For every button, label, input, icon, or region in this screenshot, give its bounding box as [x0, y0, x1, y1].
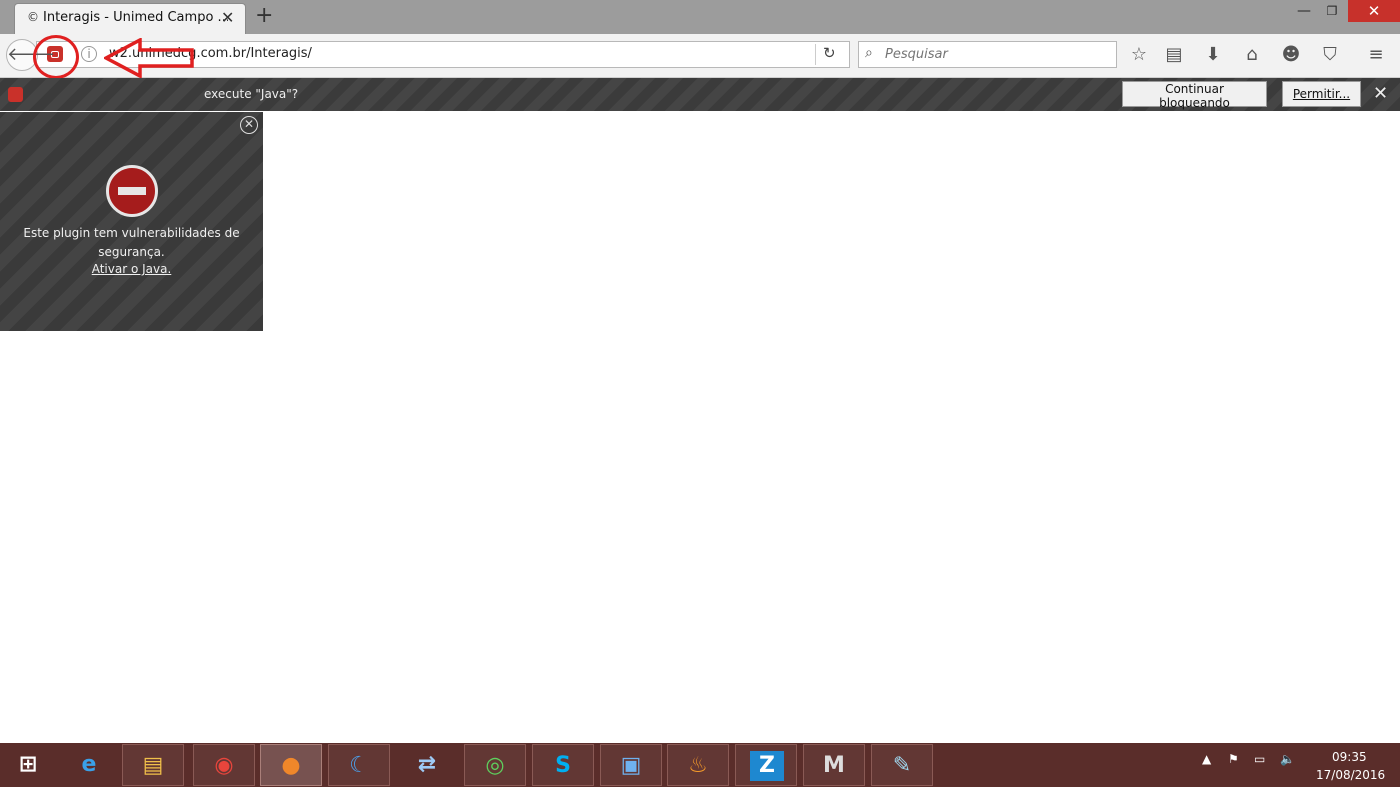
clock-time[interactable]: 09:35 — [1332, 750, 1367, 764]
minimize-button[interactable]: — — [1292, 0, 1316, 22]
flame-icon: ♨ — [688, 753, 708, 778]
maximize-button[interactable]: ❐ — [1320, 0, 1344, 22]
annotation-arrow — [104, 38, 194, 78]
notification-close-icon[interactable]: ✕ — [1373, 83, 1388, 104]
z-app-icon: Z — [750, 751, 784, 781]
nav-bar: i w2.unimedcg.com.br/Interagis/ ↻ 🡐 ⌕ — [0, 34, 1400, 78]
tab-interagis[interactable]: © Interagis - Unimed Campo ... ✕ — [14, 3, 246, 34]
pocket-icon[interactable]: ⛉ — [1318, 44, 1342, 65]
remote-desktop-icon: ▣ — [620, 753, 642, 778]
taskbar-mobile-app[interactable]: M — [803, 744, 865, 786]
taskbar: ⊞ e ▤ ◉ ● ☾ ⇄ ◎ S ▣ ♨ Z M ✎ — [0, 743, 1400, 787]
taskbar-internet-explorer[interactable]: e — [58, 744, 120, 786]
folder-icon: ▤ — [142, 753, 164, 778]
download-icon[interactable]: ⬇ — [1201, 44, 1225, 65]
phone-app-icon: ☾ — [349, 753, 369, 778]
tab-favicon-icon: © — [27, 10, 39, 24]
taskbar-skype[interactable]: S — [532, 744, 594, 786]
taskbar-firefox[interactable]: ● — [260, 744, 322, 786]
skype-icon: S — [555, 753, 571, 778]
volume-icon[interactable]: 🔈 — [1280, 752, 1295, 766]
bookmark-star-icon[interactable]: ☆ — [1127, 44, 1151, 65]
search-icon: ⌕ — [865, 45, 873, 61]
hello-icon[interactable]: ☻ — [1279, 44, 1303, 65]
taskbar-flame-app[interactable]: ♨ — [667, 744, 729, 786]
plugin-warning-icon — [8, 87, 23, 102]
notification-text: execute "Java"? — [204, 87, 299, 101]
network-status-icon[interactable]: ▭ — [1254, 752, 1265, 766]
tab-title: Interagis - Unimed Campo ... — [43, 10, 228, 25]
new-tab-button[interactable]: + — [255, 3, 273, 28]
action-center-flag-icon[interactable]: ⚑ — [1228, 752, 1239, 766]
blocked-plugin-box: ✕ Este plugin tem vulnerabilidades de se… — [0, 112, 263, 331]
plugin-box-close-icon[interactable]: ✕ — [240, 116, 258, 134]
firefox-icon: ● — [281, 753, 301, 778]
internet-explorer-icon: e — [81, 752, 97, 777]
info-icon[interactable]: i — [81, 46, 97, 62]
reading-list-icon[interactable]: ▤ — [1162, 44, 1186, 65]
taskbar-remote-desktop[interactable]: ▣ — [600, 744, 662, 786]
mobile-app-icon: M — [823, 753, 845, 778]
search-bar[interactable]: ⌕ — [858, 41, 1117, 68]
notes-icon: ✎ — [892, 753, 912, 778]
url-divider — [815, 44, 816, 65]
home-icon[interactable]: ⌂ — [1240, 44, 1264, 65]
windows-logo-icon: ⊞ — [18, 752, 38, 777]
search-input[interactable] — [885, 45, 1110, 64]
taskbar-file-explorer[interactable]: ▤ — [122, 744, 184, 786]
blocked-sign-icon — [106, 165, 158, 217]
keep-blocking-button[interactable]: Continuar bloqueando — [1122, 81, 1267, 110]
start-button[interactable]: ⊞ — [0, 744, 56, 786]
activate-java-link[interactable]: Ativar o Java. — [0, 262, 263, 276]
annotation-circle — [33, 35, 79, 79]
tab-strip: © Interagis - Unimed Campo ... ✕ + — ❐ ✕ — [0, 0, 1400, 34]
close-window-button[interactable]: ✕ — [1348, 0, 1400, 22]
chrome-icon: ◉ — [214, 753, 234, 778]
eye-icon: ◎ — [485, 753, 505, 778]
clock-date[interactable]: 17/08/2016 — [1316, 768, 1385, 782]
taskbar-phone-app[interactable]: ☾ — [328, 744, 390, 786]
allow-button[interactable]: Permitir... — [1282, 81, 1361, 107]
taskbar-chrome[interactable]: ◉ — [193, 744, 255, 786]
menu-icon[interactable]: ≡ — [1364, 44, 1388, 65]
tray-overflow-icon[interactable]: ▲ — [1202, 752, 1211, 766]
network-icon: ⇄ — [417, 752, 437, 777]
taskbar-network-app[interactable]: ⇄ — [396, 744, 458, 786]
taskbar-z-app[interactable]: Z — [735, 744, 797, 786]
plugin-vulnerability-message: Este plugin tem vulnerabilidades de segu… — [23, 226, 240, 259]
taskbar-notes-app[interactable]: ✎ — [871, 744, 933, 786]
tab-close-icon[interactable]: ✕ — [221, 8, 234, 27]
reload-icon[interactable]: ↻ — [823, 44, 836, 62]
plugin-notification-bar: execute "Java"? Continuar bloqueando Per… — [0, 78, 1400, 111]
taskbar-eye-app[interactable]: ◎ — [464, 744, 526, 786]
